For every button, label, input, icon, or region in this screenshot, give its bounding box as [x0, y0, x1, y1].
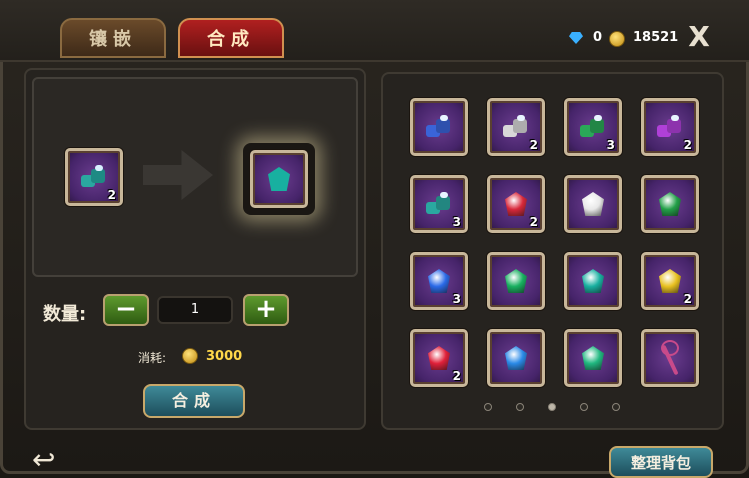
silver-ore-icon: [503, 115, 529, 139]
sort-bag-button[interactable]: 整理背包: [609, 446, 713, 478]
item-count: 2: [529, 215, 538, 229]
page-dot[interactable]: [516, 403, 524, 411]
inventory-slot[interactable]: 2: [641, 98, 699, 156]
staff-icon: [655, 340, 685, 376]
item-count: 2: [107, 188, 116, 202]
quantity-label: 数量:: [43, 304, 87, 325]
inventory-slot[interactable]: 2: [487, 175, 545, 233]
item-count: 2: [683, 138, 692, 152]
tab-combine[interactable]: 合成: [178, 18, 284, 58]
gold-coin-icon: [609, 31, 625, 47]
yellow-gem-icon: [659, 269, 681, 293]
white-gem-icon: [582, 192, 604, 216]
combine-button[interactable]: 合成: [143, 384, 245, 418]
gold-count: 18521: [633, 30, 679, 45]
item-count: 3: [606, 138, 615, 152]
green-gem-icon: [659, 192, 681, 216]
purple-ore-icon: [657, 115, 683, 139]
inventory-slot[interactable]: [564, 252, 622, 310]
item-count: 3: [452, 292, 461, 306]
inventory-slot[interactable]: [641, 175, 699, 233]
inventory-slot[interactable]: [487, 329, 545, 387]
inventory-slot[interactable]: [641, 329, 699, 387]
ruby-gem-icon: [428, 346, 450, 370]
sapphire-gem-icon: [505, 346, 527, 370]
inventory-slot[interactable]: [487, 252, 545, 310]
item-count: 2: [452, 369, 461, 383]
tab-inlay[interactable]: 镶嵌: [60, 18, 166, 58]
back-arrow-icon[interactable]: ↩: [32, 446, 72, 474]
gold-coin-icon: [182, 348, 198, 364]
quantity-plus-button[interactable]: +: [243, 294, 289, 326]
quantity-field[interactable]: 1: [157, 296, 233, 324]
blue-gem-icon: [428, 269, 450, 293]
quantity-minus-button[interactable]: −: [103, 294, 149, 326]
inventory-slot[interactable]: 2: [487, 98, 545, 156]
teal-gem-icon: [582, 269, 604, 293]
page-dot[interactable]: [580, 403, 588, 411]
inventory-slot[interactable]: 2: [410, 329, 468, 387]
green-ore-icon: [580, 115, 606, 139]
teal-ore-icon: [81, 165, 107, 189]
blue-ore-icon: [426, 115, 452, 139]
inventory-slot[interactable]: 3: [410, 252, 468, 310]
page-dot[interactable]: [612, 403, 620, 411]
inventory-slot[interactable]: [564, 329, 622, 387]
item-count: 3: [452, 215, 461, 229]
inventory-slot[interactable]: [564, 175, 622, 233]
inventory-slot[interactable]: 3: [410, 175, 468, 233]
result-item-slot[interactable]: [250, 150, 308, 208]
jade-gem-icon: [582, 346, 604, 370]
inventory-slot[interactable]: 2: [641, 252, 699, 310]
teal-gem-icon: [268, 167, 290, 191]
cost-label: 消耗:: [138, 351, 167, 365]
diamond-count: 0: [593, 30, 603, 45]
close-button[interactable]: X: [684, 22, 714, 52]
inventory-slot[interactable]: 3: [564, 98, 622, 156]
cost-value: 3000: [206, 349, 243, 364]
teal-ore-icon: [426, 192, 452, 216]
item-count: 2: [529, 138, 538, 152]
emerald-gem-icon: [505, 269, 527, 293]
red-gem-icon: [505, 192, 527, 216]
source-item-slot[interactable]: 2: [65, 148, 123, 206]
page-dot[interactable]: [484, 403, 492, 411]
inventory-slot[interactable]: [410, 98, 468, 156]
item-count: 2: [683, 292, 692, 306]
page-dot[interactable]: [548, 403, 556, 411]
